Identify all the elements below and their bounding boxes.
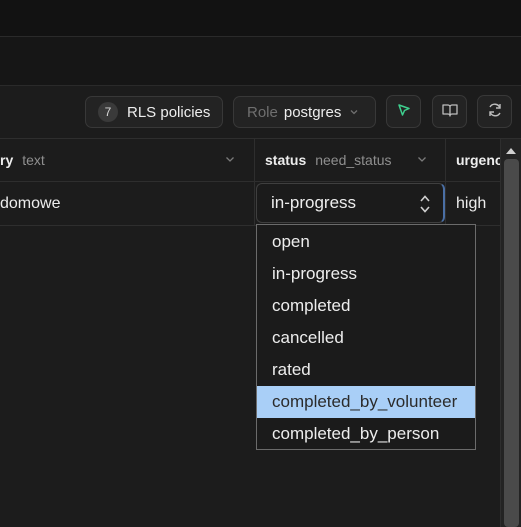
dropdown-option[interactable]: rated bbox=[257, 354, 475, 386]
dropdown-option[interactable]: completed_by_person bbox=[257, 418, 475, 450]
role-value: postgres bbox=[283, 103, 342, 121]
scrollbar-thumb[interactable] bbox=[504, 159, 519, 527]
refresh-icon bbox=[486, 101, 504, 123]
dropdown-option[interactable]: open bbox=[257, 226, 475, 258]
docs-button[interactable] bbox=[432, 95, 467, 128]
dropdown-option-highlighted[interactable]: completed_by_volunteer bbox=[257, 386, 475, 418]
role-label: Role bbox=[247, 103, 278, 121]
secondary-bar bbox=[0, 37, 521, 86]
chevron-down-icon[interactable] bbox=[416, 152, 428, 170]
rls-policies-label: RLS policies bbox=[127, 103, 211, 121]
column-divider[interactable] bbox=[445, 139, 446, 181]
column-type: need_status bbox=[315, 152, 392, 168]
status-cell-editor[interactable]: in-progress bbox=[256, 183, 445, 223]
role-selector[interactable]: Role postgres bbox=[233, 96, 376, 128]
preview-cursor-button[interactable] bbox=[386, 95, 421, 128]
column-header-status[interactable]: status need_status bbox=[265, 139, 392, 181]
column-name: ry bbox=[0, 152, 14, 168]
dropdown-option[interactable]: in-progress bbox=[257, 258, 475, 290]
column-header-urgency[interactable]: urgenc bbox=[456, 139, 500, 181]
chevron-down-icon bbox=[349, 104, 359, 121]
column-name: status bbox=[265, 152, 307, 168]
column-header-category[interactable]: ry text bbox=[0, 139, 45, 181]
cell-urgency[interactable]: high bbox=[456, 182, 486, 225]
column-type: text bbox=[22, 152, 45, 168]
cursor-arrow-icon bbox=[396, 102, 412, 122]
refresh-button[interactable] bbox=[477, 95, 512, 128]
dropdown-option[interactable]: completed bbox=[257, 290, 475, 322]
cell-category[interactable]: domowe bbox=[0, 182, 60, 225]
rls-policies-button[interactable]: 7 RLS policies bbox=[85, 96, 223, 128]
app-top-bar bbox=[0, 0, 521, 37]
vertical-scrollbar[interactable] bbox=[500, 139, 521, 527]
dropdown-option[interactable]: cancelled bbox=[257, 322, 475, 354]
up-down-arrows-icon bbox=[419, 193, 431, 220]
column-name: urgenc bbox=[456, 152, 500, 168]
chevron-down-icon[interactable] bbox=[224, 152, 236, 170]
status-dropdown-list: open in-progress completed cancelled rat… bbox=[256, 224, 476, 450]
grid-header-row: ry text status need_status urgenc bbox=[0, 139, 500, 182]
book-open-icon bbox=[441, 102, 459, 122]
column-divider bbox=[254, 182, 255, 225]
status-current-value: in-progress bbox=[271, 193, 357, 212]
column-divider[interactable] bbox=[254, 139, 255, 181]
column-divider bbox=[445, 182, 446, 225]
rls-count-badge: 7 bbox=[98, 102, 118, 122]
